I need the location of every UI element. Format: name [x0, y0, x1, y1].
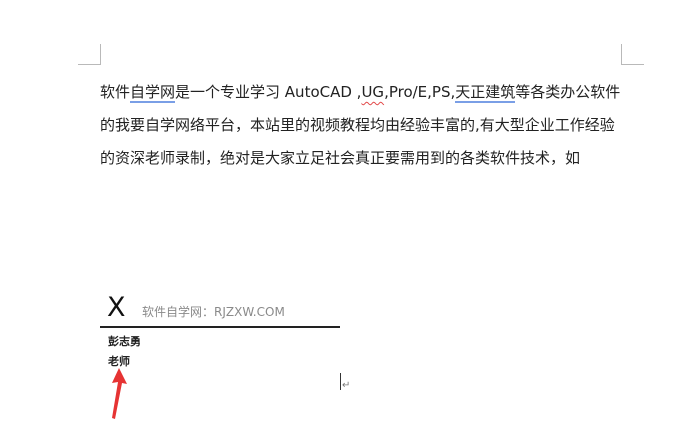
signature-rule — [100, 326, 340, 328]
body-paragraph[interactable]: 软件自学网是一个专业学习 AutoCAD ,UG,Pro/E,PS,天正建筑等各… — [100, 76, 625, 175]
grammar-flagged-text: 自学网 — [130, 83, 176, 103]
paragraph-line-1: 软件自学网是一个专业学习 AutoCAD ,UG,Pro/E,PS,天正建筑等各… — [100, 76, 625, 109]
text-run: 等各类办公软件 — [515, 83, 621, 101]
spelling-flagged-text: UG — [361, 83, 385, 101]
signer-title: 老师 — [108, 355, 130, 368]
crop-mark-top-right — [621, 44, 644, 65]
paragraph-line-2: 的我要自学网络平台，本站里的视频教程均由经验丰富的,有大型企业工作经验 — [100, 116, 615, 134]
signature-x-mark: X — [107, 292, 126, 323]
crop-mark-top-left — [78, 44, 101, 65]
paragraph-line-3: 的资深老师录制，绝对是大家立足社会真正要需用到的各类软件技术，如 — [100, 149, 581, 167]
grammar-flagged-text: 天正 — [455, 83, 486, 103]
signature-caption: 软件自学网：RJZXW.COM — [142, 305, 285, 319]
text-run: ,Pro/E,PS, — [384, 83, 456, 101]
text-run: 软件 — [100, 83, 131, 101]
red-arrow-annotation-icon — [112, 368, 127, 419]
grammar-flagged-text: 建筑 — [485, 83, 516, 103]
text-run: 是一个专业学习 AutoCAD , — [175, 83, 362, 101]
signer-name: 彭志勇 — [108, 335, 141, 348]
paragraph-mark-icon: ↵ — [342, 380, 351, 391]
text-cursor — [340, 373, 341, 390]
document-page[interactable]: 软件自学网是一个专业学习 AutoCAD ,UG,Pro/E,PS,天正建筑等各… — [0, 0, 700, 437]
